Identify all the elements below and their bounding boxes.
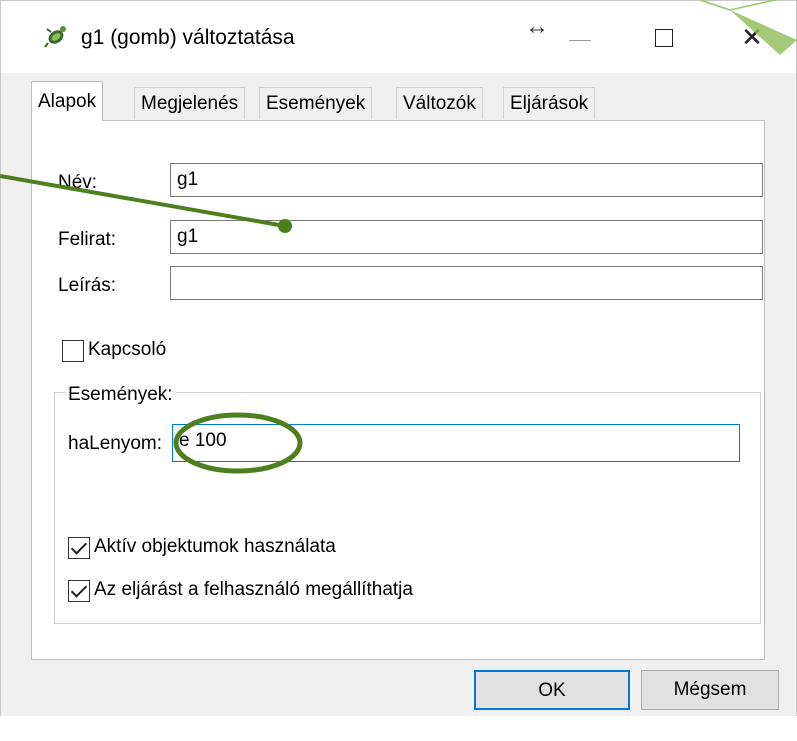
toggle-label[interactable]: Kapcsoló	[88, 339, 166, 361]
name-label: Név:	[58, 172, 98, 193]
tab-eljarasok[interactable]: Eljárások	[503, 87, 596, 119]
maximize-icon[interactable]	[641, 19, 691, 55]
active-objects-checkbox[interactable]	[68, 537, 90, 559]
tab-valtozok[interactable]: Változók	[396, 87, 483, 119]
description-field[interactable]	[170, 266, 763, 300]
name-field[interactable]: g1	[170, 163, 763, 197]
events-group-label: Események:	[66, 384, 175, 406]
ok-button[interactable]: OK	[474, 670, 630, 710]
onpress-field[interactable]: e 100	[172, 424, 740, 462]
tab-alapok[interactable]: Alapok	[31, 81, 104, 121]
tab-esemenyek[interactable]: Események	[259, 87, 373, 119]
close-icon[interactable]: ✕	[727, 19, 777, 55]
tab-megjelenes[interactable]: Megjelenés	[134, 87, 246, 119]
minimize-icon[interactable]	[557, 19, 607, 55]
user-stop-label[interactable]: Az eljárást a felhasználó megállíthatja	[94, 579, 413, 601]
title-bar[interactable]: g1 (gomb) változtatása ↔ ✕	[1, 1, 796, 73]
cancel-button[interactable]: Mégsem	[641, 670, 779, 710]
caption-label: Felirat:	[58, 229, 117, 250]
window-title: g1 (gomb) változtatása	[81, 26, 295, 49]
caption-field[interactable]: g1	[170, 220, 763, 254]
resize-horizontal-icon: ↔	[525, 13, 549, 40]
description-label: Leírás:	[58, 275, 117, 296]
onpress-label: haLenyom:	[68, 433, 163, 454]
app-icon	[44, 26, 66, 48]
toggle-checkbox[interactable]	[62, 340, 84, 362]
active-objects-label[interactable]: Aktív objektumok használata	[94, 536, 336, 558]
user-stop-checkbox[interactable]	[68, 580, 90, 602]
